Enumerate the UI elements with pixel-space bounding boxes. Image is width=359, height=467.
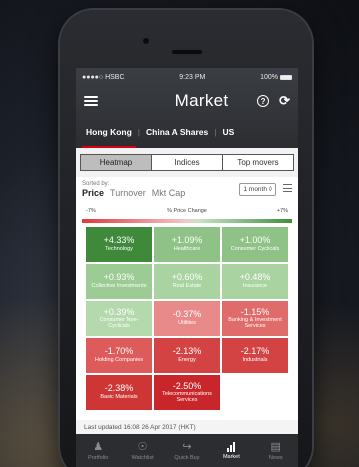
period-select[interactable]: 1 month ◊ <box>239 183 276 196</box>
nav-news[interactable]: ▤ News <box>258 441 294 461</box>
sector-name: Consumer Cyclicals <box>230 245 280 252</box>
sector-name: Technology <box>105 245 133 252</box>
tab-china-a-shares[interactable]: China A Shares <box>144 116 210 148</box>
sector-name: Consumer Non-Cyclicals <box>99 316 139 329</box>
sort-option-price[interactable]: Price <box>82 188 104 198</box>
battery-icon <box>280 74 292 80</box>
eye-icon: ☉ <box>137 440 148 453</box>
heatmap-cell[interactable]: -1.70% Holding Companies <box>86 338 152 373</box>
heatmap-cell[interactable]: +1.09% Healthcare <box>154 227 220 262</box>
person-icon: ♟ <box>93 440 104 453</box>
sector-change: +1.09% <box>171 235 203 246</box>
sector-change: +1.00% <box>239 235 271 246</box>
title-row: Market ? ⟳ <box>76 86 298 116</box>
sector-name: Telecommunications Services <box>162 390 212 403</box>
sector-change: +0.93% <box>103 272 135 283</box>
sector-name: Banking & Investment Services <box>228 316 282 329</box>
view-switcher: Heatmap Indices Top movers <box>80 154 294 171</box>
news-icon: ▤ <box>270 440 281 453</box>
sort-option-turnover[interactable]: Turnover <box>110 188 146 198</box>
sector-change: +0.60% <box>171 272 203 283</box>
segment-indices[interactable]: Indices <box>152 155 223 170</box>
sort-controls: Sorted by: Price Turnover Mkt Cap 1 mont… <box>76 177 298 207</box>
tab-hong-kong[interactable]: Hong Kong <box>82 116 136 148</box>
sector-change: +0.48% <box>239 272 271 283</box>
sector-name: Energy <box>178 356 196 363</box>
heatmap-cell[interactable]: -2.38% Basic Materials <box>86 375 152 410</box>
camera-icon <box>143 38 149 44</box>
sector-name: Real Estate <box>172 282 202 289</box>
heatmap-cell[interactable]: +0.60% Real Estate <box>154 264 220 299</box>
market-tabs: Hong Kong | China A Shares | US <box>76 116 298 148</box>
color-scale-labels: -7% % Price Change +7% <box>76 207 298 219</box>
view-switcher-bar: Heatmap Indices Top movers <box>76 148 298 177</box>
scale-title: % Price Change <box>167 208 207 214</box>
refresh-icon[interactable]: ⟳ <box>279 93 290 109</box>
sort-option-mkt-cap[interactable]: Mkt Cap <box>152 188 186 198</box>
tab-divider: | <box>214 127 217 137</box>
app-screen: ●●●●○ HSBC 9:23 PM 100% Market ? ⟳ Hong … <box>76 68 298 467</box>
clock: 9:23 PM <box>179 73 206 81</box>
sector-change: -1.70% <box>104 346 134 357</box>
sector-name: Holding Companies <box>95 356 143 363</box>
sector-change: +0.39% <box>103 306 135 317</box>
speaker-grille <box>172 50 202 54</box>
heatmap-cell[interactable]: +1.00% Consumer Cyclicals <box>222 227 288 262</box>
nav-label: Market <box>222 454 240 460</box>
heatmap-cell[interactable]: -0.37% Utilities <box>154 301 220 336</box>
sector-change: -2.50% <box>172 380 202 391</box>
sector-name: Healthcare <box>173 245 201 252</box>
heatmap-cell[interactable]: -2.13% Energy <box>154 338 220 373</box>
sector-change: -1.15% <box>240 306 270 317</box>
page-title: Market <box>174 91 229 110</box>
sector-name: Utilities <box>178 319 196 326</box>
header-actions: ? ⟳ <box>257 93 290 109</box>
heatmap-cell[interactable]: -2.50% Telecommunications Services <box>154 375 220 410</box>
hamburger-icon[interactable] <box>84 96 98 106</box>
sector-change: +4.33% <box>103 235 135 246</box>
sector-change: -2.13% <box>172 346 202 357</box>
heatmap-cell[interactable]: +0.93% Collective Investments <box>86 264 152 299</box>
heatmap-cell[interactable]: +0.48% Insurance <box>222 264 288 299</box>
quick-buy-icon: ↪ <box>182 440 192 453</box>
sector-name: Basic Materials <box>100 393 138 400</box>
color-scale-bar <box>82 219 292 223</box>
nav-label: News <box>268 454 283 461</box>
sector-change: -0.37% <box>172 309 202 320</box>
segment-top-movers[interactable]: Top movers <box>223 155 293 170</box>
sector-name: Collective Investments <box>91 282 147 289</box>
nav-portfolio[interactable]: ♟ Portfolio <box>80 441 116 461</box>
heatmap-cell[interactable]: -1.15% Banking & Investment Services <box>222 301 288 336</box>
heatmap-cell[interactable]: +4.33% Technology <box>86 227 152 262</box>
segment-heatmap[interactable]: Heatmap <box>81 155 152 170</box>
sector-name: Industrials <box>242 356 268 363</box>
heatmap-cell[interactable]: +0.39% Consumer Non-Cyclicals <box>86 301 152 336</box>
nav-label: Portfolio <box>88 454 109 461</box>
nav-label: Watchlist <box>131 454 154 461</box>
app-header: ●●●●○ HSBC 9:23 PM 100% Market ? ⟳ Hong … <box>76 68 298 148</box>
heatmap-cell[interactable]: -2.17% Industrials <box>222 338 288 373</box>
tab-us[interactable]: US <box>220 116 236 148</box>
nav-market[interactable]: Market <box>213 441 249 460</box>
bottom-nav: ♟ Portfolio ☉ Watchlist ↪ Quick Buy Mark… <box>76 434 298 467</box>
nav-label: Quick Buy <box>174 454 200 461</box>
bar-chart-icon <box>227 441 236 452</box>
status-bar: ●●●●○ HSBC 9:23 PM 100% <box>76 68 298 86</box>
scale-max: +7% <box>276 208 288 214</box>
help-icon[interactable]: ? <box>257 95 270 107</box>
sector-change: -2.38% <box>104 383 134 394</box>
last-updated: Last updated 16:08 26 Apr 2017 (HKT) <box>76 420 298 434</box>
sector-change: -2.17% <box>240 346 270 357</box>
sector-heatmap: +4.33% Technology +1.09% Healthcare +1.00% Co… <box>86 227 288 410</box>
nav-quick-buy[interactable]: ↪ Quick Buy <box>169 441 205 461</box>
tab-divider: | <box>137 127 141 137</box>
list-view-icon[interactable] <box>283 184 292 192</box>
battery-status: 100% <box>260 74 292 81</box>
carrier-label: ●●●●○ HSBC <box>82 73 125 81</box>
battery-percent: 100% <box>260 73 278 81</box>
sector-name: Insurance <box>242 282 268 289</box>
nav-watchlist[interactable]: ☉ Watchlist <box>125 441 161 461</box>
